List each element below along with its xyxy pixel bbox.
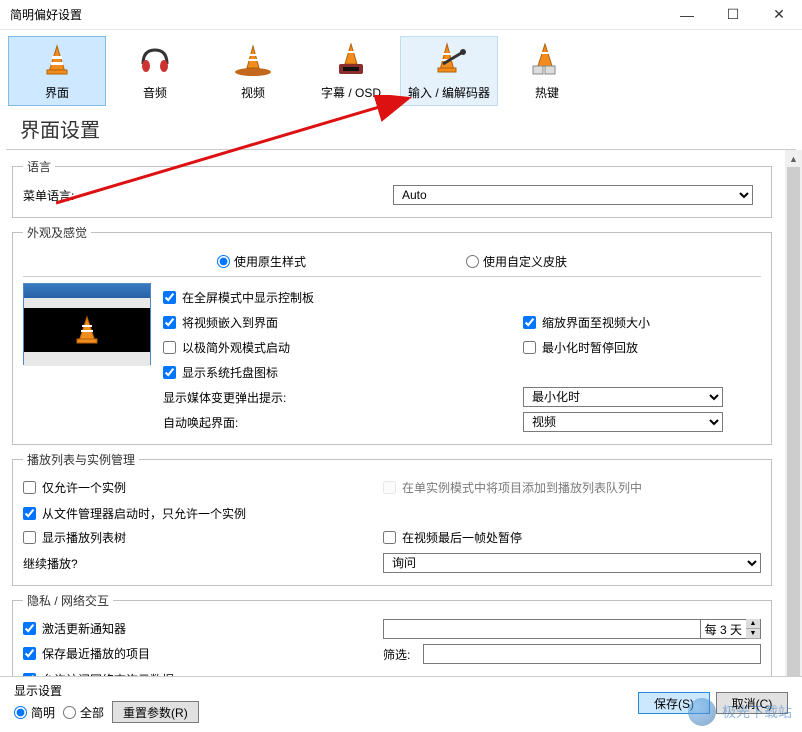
tab-interface[interactable]: 界面	[8, 36, 106, 106]
select-auto-raise[interactable]: 视频	[523, 412, 723, 432]
checkbox-pause-on-minimize[interactable]: 最小化时暂停回放	[523, 339, 638, 356]
group-appearance: 外观及感觉 使用原生样式 使用自定义皮肤 在全屏模式中显示控制板 将视频嵌入到界…	[12, 224, 772, 445]
category-toolbar: 界面 音频 视频 字幕 / OSD 输入 / 编解码器 热键	[0, 30, 802, 110]
cone-keys-icon	[527, 37, 567, 82]
input-update-blank[interactable]	[383, 619, 701, 639]
tab-hotkeys[interactable]: 热键	[498, 36, 596, 106]
select-continue-playback[interactable]: 询问	[383, 553, 761, 573]
footer: 显示设置 简明 全部 重置参数(R) 保存(S) 取消(C)	[0, 676, 802, 732]
label-continue-playback: 继续播放?	[23, 557, 78, 571]
legend-playlist: 播放列表与实例管理	[23, 451, 139, 468]
maximize-button[interactable]: ☐	[710, 0, 756, 30]
input-filter[interactable]	[423, 644, 761, 664]
cone-board-icon	[331, 37, 371, 82]
checkbox-one-instance-from-fm[interactable]: 从文件管理器启动时，只允许一个实例	[23, 505, 246, 522]
group-playlist: 播放列表与实例管理 仅允许一个实例 在单实例模式中将项目添加到播放列表队列中 从…	[12, 451, 772, 586]
page-title: 界面设置	[6, 110, 796, 150]
label-auto-raise: 自动唤起界面:	[163, 414, 238, 431]
chevron-up-icon[interactable]: ▲	[746, 619, 760, 629]
checkbox-pause-last-frame[interactable]: 在视频最后一帧处暂停	[383, 529, 522, 546]
tab-label: 视频	[241, 84, 265, 101]
checkbox-minimal-start[interactable]: 以极简外观模式启动	[163, 339, 290, 356]
checkbox-embed-video[interactable]: 将视频嵌入到界面	[163, 314, 278, 331]
main-content: 语言 菜单语言: Auto 外观及感觉 使用原生样式 使用自定义皮肤 在全屏模式…	[0, 150, 802, 710]
legend-language: 语言	[23, 158, 55, 175]
preview-thumbnail	[23, 283, 151, 365]
tab-label: 热键	[535, 84, 559, 101]
scroll-up-icon[interactable]: ▲	[785, 150, 802, 167]
group-language: 语言 菜单语言: Auto	[12, 158, 772, 218]
headphones-icon	[137, 37, 173, 82]
tab-subtitles[interactable]: 字幕 / OSD	[302, 36, 400, 106]
scrollbar[interactable]: ▲ ▼	[785, 150, 802, 710]
checkbox-save-recent[interactable]: 保存最近播放的项目	[23, 645, 150, 662]
label-menu-language: 菜单语言:	[23, 187, 163, 204]
legend-appearance: 外观及感觉	[23, 224, 91, 241]
label-media-change-notify: 显示媒体变更弹出提示:	[163, 389, 286, 406]
spinner-update-days[interactable]: 每 3 天 ▲▼	[700, 619, 761, 639]
select-menu-language[interactable]: Auto	[393, 185, 753, 205]
cancel-button[interactable]: 取消(C)	[716, 692, 788, 714]
radio-simple[interactable]: 简明	[14, 704, 55, 721]
checkbox-systray-icon[interactable]: 显示系统托盘图标	[163, 364, 278, 381]
radio-native-style[interactable]: 使用原生样式	[217, 253, 306, 270]
cone-icon	[39, 37, 75, 82]
chevron-down-icon[interactable]: ▼	[746, 629, 760, 639]
checkbox-resize-to-video[interactable]: 缩放界面至视频大小	[523, 314, 650, 331]
titlebar: 简明偏好设置 — ☐ ✕	[0, 0, 802, 30]
reset-button[interactable]: 重置参数(R)	[112, 701, 199, 723]
checkbox-activate-updates[interactable]: 激活更新通知器	[23, 620, 126, 637]
checkbox-show-controls-fullscreen[interactable]: 在全屏模式中显示控制板	[163, 289, 314, 306]
label-filter: 筛选:	[383, 648, 410, 662]
save-button[interactable]: 保存(S)	[638, 692, 710, 714]
label-display-settings: 显示设置	[14, 682, 195, 699]
tab-label: 音频	[143, 84, 167, 101]
cone-plug-icon	[429, 37, 469, 82]
tab-label: 字幕 / OSD	[321, 84, 381, 101]
tab-audio[interactable]: 音频	[106, 36, 204, 106]
tab-label: 界面	[45, 84, 69, 101]
tab-label: 输入 / 编解码器	[408, 84, 490, 101]
checkbox-one-instance[interactable]: 仅允许一个实例	[23, 479, 126, 496]
checkbox-enqueue-single-instance: 在单实例模式中将项目添加到播放列表队列中	[383, 479, 642, 496]
cone-film-icon	[233, 37, 273, 82]
tab-input-codecs[interactable]: 输入 / 编解码器	[400, 36, 498, 106]
checkbox-show-playlist-tree[interactable]: 显示播放列表树	[23, 529, 126, 546]
radio-custom-skin[interactable]: 使用自定义皮肤	[466, 253, 567, 270]
legend-privacy: 隐私 / 网络交互	[23, 592, 113, 609]
radio-all[interactable]: 全部	[63, 704, 104, 721]
close-button[interactable]: ✕	[756, 0, 802, 30]
select-media-change-notify[interactable]: 最小化时	[523, 387, 723, 407]
minimize-button[interactable]: —	[664, 0, 710, 30]
window-title: 简明偏好设置	[10, 6, 664, 23]
tab-video[interactable]: 视频	[204, 36, 302, 106]
